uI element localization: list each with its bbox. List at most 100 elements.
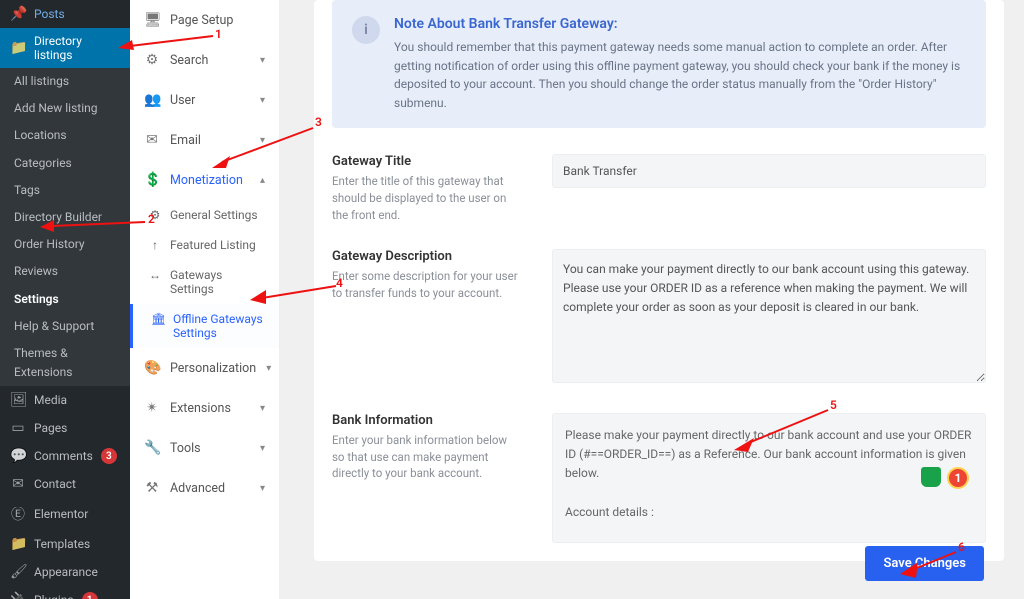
settings-item-label: Email [170, 133, 201, 148]
sidebar-item-label: Comments [34, 449, 93, 463]
page-setup-icon: 🖥 [144, 12, 160, 28]
settings-sub-offline-gateways-settings[interactable]: 🏛Offline Gateways Settings [130, 304, 279, 348]
gateways-settings-icon: ↔ [148, 268, 162, 282]
settings-advanced[interactable]: ⚒Advanced▾ [130, 468, 279, 508]
settings-page-setup[interactable]: 🖥 Page Setup [130, 0, 279, 40]
sidebar-sub-tags[interactable]: Tags [0, 177, 130, 204]
settings-user[interactable]: 👥 User ▾ [130, 80, 279, 120]
tools-icon: 🔧 [144, 440, 160, 456]
chevron-icon: ▾ [260, 403, 265, 414]
sidebar-item-label: Directory listings [34, 34, 120, 62]
gateway-title-input[interactable] [552, 154, 986, 188]
menu-icon: 🖼 [10, 392, 26, 408]
menu-icon: 💬 [10, 448, 26, 464]
settings-sub-featured-listing[interactable]: ↑Featured Listing [130, 230, 279, 260]
chevron-icon: ▾ [260, 443, 265, 454]
sidebar-item-label: Templates [34, 537, 90, 551]
sidebar-item-contact[interactable]: ✉ Contact [0, 470, 130, 498]
note-body: You should remember that this payment ga… [394, 38, 966, 112]
personalization-icon: 🎨 [144, 360, 160, 376]
field-bank-information: Bank Information Enter your bank informa… [332, 413, 986, 543]
sidebar-item-posts[interactable]: 📌 Posts [0, 0, 130, 28]
settings-sub-general-settings[interactable]: ⚙General Settings [130, 200, 279, 230]
chevron-icon: ▾ [266, 363, 271, 374]
chevron-icon: ▾ [260, 55, 265, 66]
menu-icon: ▭ [10, 420, 26, 436]
field-label: Gateway Description [332, 249, 522, 264]
sidebar-sub-add-new-listing[interactable]: Add New listing [0, 95, 130, 122]
field-label: Bank Information [332, 413, 522, 428]
wp-admin-sidebar: 📌 Posts 📁 Directory listings All listing… [0, 0, 130, 599]
chevron-icon: ▾ [260, 135, 265, 146]
settings-email[interactable]: ✉Email▾ [130, 120, 279, 160]
extensions-icon: ✴ [144, 400, 160, 416]
settings-item-label: Page Setup [170, 13, 233, 28]
sidebar-sub-all-listings[interactable]: All listings [0, 68, 130, 95]
chevron-icon: ▾ [260, 483, 265, 494]
sidebar-item-plugins[interactable]: 🔌 Plugins 1 [0, 586, 130, 599]
settings-item-label: Tools [170, 441, 201, 456]
sidebar-item-media[interactable]: 🖼 Media [0, 386, 130, 414]
chevron-icon: ▾ [260, 95, 265, 106]
info-icon: i [352, 16, 380, 44]
sidebar-sub-reviews[interactable]: Reviews [0, 258, 130, 285]
sidebar-item-label: Media [34, 393, 67, 407]
chevron-icon: ▴ [260, 175, 265, 186]
featured-listing-icon: ↑ [148, 238, 162, 252]
sidebar-item-label: Contact [34, 477, 76, 491]
settings-sub-gateways-settings[interactable]: ↔Gateways Settings [130, 260, 279, 304]
menu-icon: 📁 [10, 536, 26, 552]
sidebar-item-label: Elementor [34, 507, 88, 521]
sidebar-item-label: Plugins [34, 593, 74, 599]
settings-card: i Note About Bank Transfer Gateway: You … [314, 0, 1004, 561]
gateway-description-textarea[interactable] [552, 249, 986, 383]
sidebar-item-comments[interactable]: 💬 Comments 3 [0, 442, 130, 470]
floating-badges: 1 [921, 467, 969, 489]
menu-icon: ✉ [10, 476, 26, 492]
sidebar-item-elementor[interactable]: Ⓔ Elementor [0, 498, 130, 530]
settings-monetization[interactable]: 💲 Monetization ▴ [130, 160, 279, 200]
settings-item-label: Advanced [170, 481, 225, 496]
sidebar-item-templates[interactable]: 📁 Templates [0, 530, 130, 558]
field-gateway-description: Gateway Description Enter some descripti… [332, 249, 986, 387]
monetization-icon: 💲 [144, 172, 160, 188]
count-badge: 1 [82, 592, 98, 599]
sidebar-item-label: Appearance [34, 565, 98, 579]
settings-sidebar: 🖥Page Setup⚙Search▾👥User▾✉Email▾💲Monetiz… [130, 0, 280, 599]
settings-item-label: Extensions [170, 401, 231, 416]
settings-personalization[interactable]: 🎨 Personalization ▾ [130, 348, 279, 388]
settings-item-label: Search [170, 53, 208, 68]
sidebar-sub-order-history[interactable]: Order History [0, 231, 130, 258]
general-settings-icon: ⚙ [148, 208, 162, 222]
settings-item-label: Monetization [170, 173, 243, 188]
sidebar-sub-categories[interactable]: Categories [0, 150, 130, 177]
sidebar-sub-settings[interactable]: Settings [0, 286, 130, 313]
settings-item-label: Personalization [170, 361, 256, 376]
main-content: i Note About Bank Transfer Gateway: You … [280, 0, 1024, 599]
sidebar-item-directory-listings[interactable]: 📁 Directory listings [0, 28, 130, 68]
tshirt-icon[interactable] [921, 467, 941, 487]
menu-icon: 🔌 [10, 592, 26, 599]
search-icon: ⚙ [144, 52, 160, 68]
count-badge: 3 [101, 448, 117, 464]
sidebar-item-appearance[interactable]: 🖌 Appearance [0, 558, 130, 586]
note-title: Note About Bank Transfer Gateway: [394, 16, 966, 32]
sidebar-item-label: Posts [34, 7, 65, 21]
save-changes-button[interactable]: Save Changes [865, 546, 984, 581]
sidebar-item-pages[interactable]: ▭Pages [0, 414, 130, 442]
notification-badge-icon[interactable]: 1 [947, 467, 969, 489]
sidebar-sub-help-support[interactable]: Help & Support [0, 313, 130, 340]
menu-icon: Ⓔ [10, 504, 26, 524]
field-help: Enter some description for your user to … [332, 268, 522, 301]
user-icon: 👥 [144, 92, 160, 108]
sidebar-sub-locations[interactable]: Locations [0, 122, 130, 149]
field-help: Enter the title of this gateway that sho… [332, 173, 522, 223]
note-banner: i Note About Bank Transfer Gateway: You … [332, 0, 986, 128]
sidebar-sub-directory-builder[interactable]: Directory Builder [0, 204, 130, 231]
settings-item-label: User [170, 93, 195, 108]
menu-icon: 🖌 [10, 564, 26, 580]
settings-extensions[interactable]: ✴ Extensions ▾ [130, 388, 279, 428]
sidebar-sub-themes-extensions[interactable]: Themes & Extensions [0, 340, 130, 386]
settings-tools[interactable]: 🔧 Tools ▾ [130, 428, 279, 468]
settings-search[interactable]: ⚙ Search ▾ [130, 40, 279, 80]
